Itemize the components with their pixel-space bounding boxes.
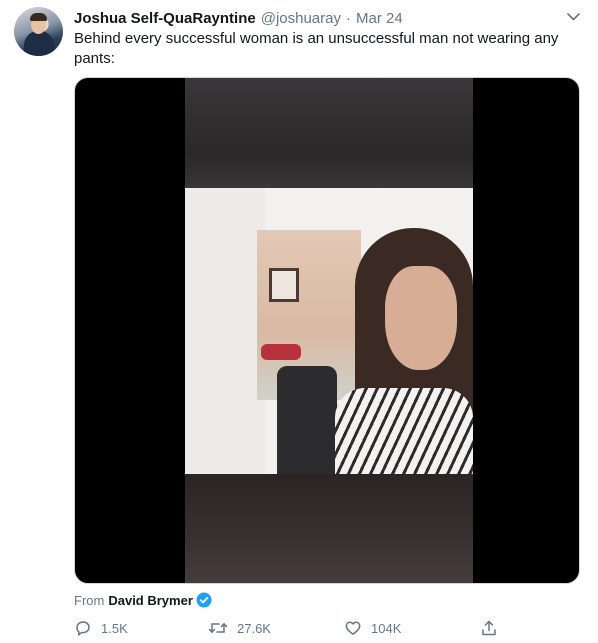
tweet-text: Behind every successful woman is an unsu… (74, 30, 559, 67)
chevron-down-icon[interactable] (565, 9, 581, 25)
share-icon (480, 619, 498, 637)
video-player[interactable] (74, 77, 580, 584)
heart-icon (344, 619, 362, 637)
tweet-date[interactable]: Mar 24 (356, 10, 403, 27)
video-picture-frame (269, 268, 299, 302)
retweet-icon (208, 619, 228, 637)
video-person-shirt (335, 388, 473, 474)
video-frame (185, 188, 473, 474)
attribution-label: From (74, 592, 105, 608)
reply-count: 1.5K (101, 620, 128, 636)
media-attribution: From David Brymer (74, 592, 212, 608)
video-blur-top (185, 78, 473, 188)
author-handle[interactable]: @joshuaray (261, 10, 341, 27)
verified-badge-icon (196, 592, 212, 608)
tweet-header: Joshua Self-QuaRayntine @joshuaray · Mar… (74, 8, 403, 28)
video-person-face (385, 266, 457, 370)
video-column (185, 78, 473, 583)
like-button[interactable]: 104K (344, 618, 401, 638)
attribution-name[interactable]: David Brymer (108, 593, 193, 608)
reply-icon (74, 619, 92, 637)
avatar[interactable] (14, 7, 63, 56)
tweet-actions: 1.5K 27.6K 104K (74, 618, 504, 638)
tweet[interactable]: Joshua Self-QuaRayntine @joshuaray · Mar… (0, 0, 598, 643)
video-toy (261, 344, 301, 360)
avatar-suit (24, 31, 54, 56)
retweet-count: 27.6K (237, 620, 271, 636)
like-count: 104K (371, 620, 402, 636)
reply-button[interactable]: 1.5K (74, 618, 128, 638)
video-wall (185, 188, 265, 474)
video-blur-bottom (185, 474, 473, 583)
avatar-hair (30, 13, 47, 21)
video-chair (277, 366, 337, 474)
separator-dot: · (346, 9, 351, 27)
share-button[interactable] (480, 618, 498, 638)
retweet-button[interactable]: 27.6K (208, 618, 271, 638)
author-name[interactable]: Joshua Self-QuaRayntine (74, 10, 256, 27)
